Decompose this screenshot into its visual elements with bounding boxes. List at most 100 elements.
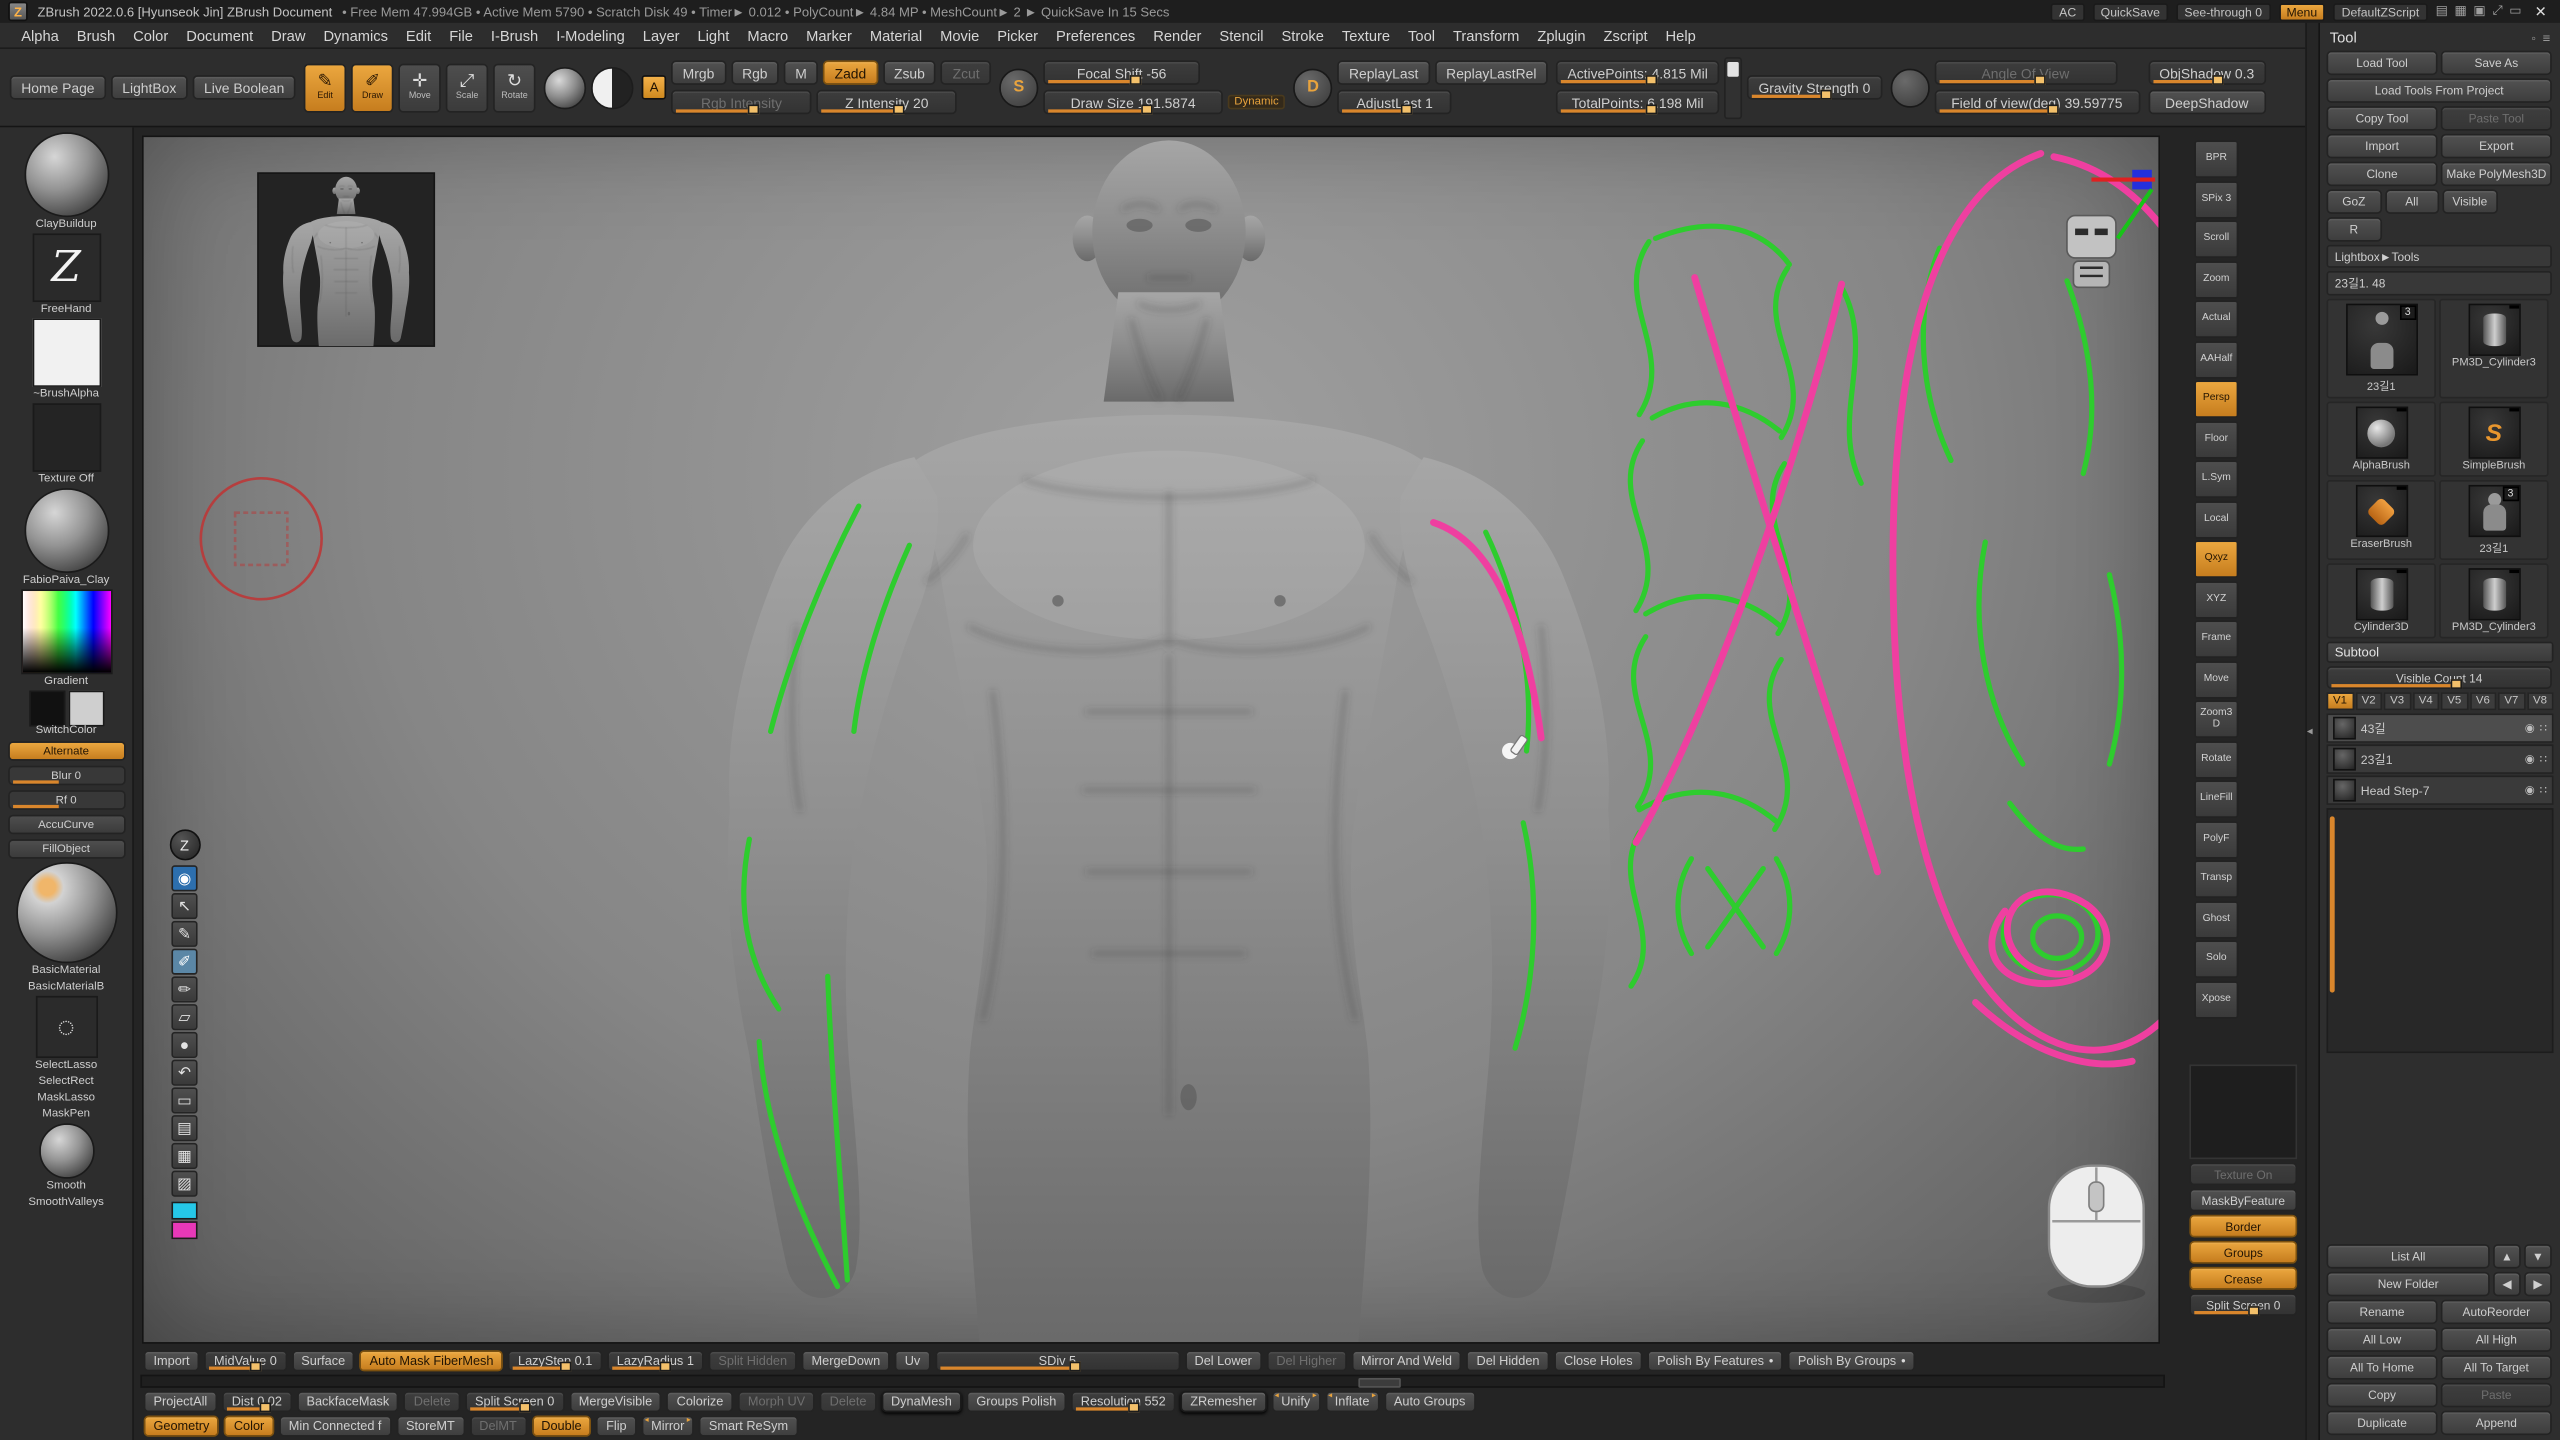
bottom-bar-button[interactable]: Smart ReSym <box>699 1416 798 1437</box>
edit-mode-icon[interactable]: ✎ Edit <box>304 63 346 112</box>
copy-tool-icon[interactable]: ▦ <box>171 1143 197 1169</box>
paint-mode-button[interactable]: Rgb <box>731 60 779 84</box>
bottom-bar-button[interactable]: Delete <box>820 1390 876 1411</box>
right-shelf-button[interactable]: Floor <box>2194 420 2238 458</box>
right-column-button[interactable]: MaskByFeature <box>2189 1189 2297 1212</box>
bottom-bar-button[interactable]: Dist 0.02 <box>222 1390 292 1411</box>
subtool-version-tab[interactable]: V8 <box>2527 692 2554 710</box>
tool-slot[interactable]: 3 23길1 <box>2327 299 2436 399</box>
tool-panel-button[interactable]: All <box>2384 189 2439 213</box>
bottom-bar-button[interactable]: Double <box>531 1416 591 1437</box>
subtool-scrollbar[interactable] <box>2330 816 2335 992</box>
bottom-bar-button[interactable]: Color <box>224 1416 274 1437</box>
rf-slider[interactable]: Rf 0 <box>4 789 128 810</box>
tray-thumbnail[interactable]: Z <box>32 233 101 302</box>
bottom-bar-button[interactable]: Resolution 552 <box>1071 1390 1176 1411</box>
subtool-list-action-button[interactable]: ◀ <box>2493 1272 2521 1296</box>
right-shelf-button[interactable]: L.Sym <box>2194 460 2238 498</box>
tray-thumbnail[interactable] <box>24 132 109 217</box>
blur-slider[interactable]: Blur 0 <box>4 764 128 785</box>
tool-panel-button[interactable]: R <box>2327 217 2382 241</box>
alpha-brushalpha[interactable]: ~BrushAlpha <box>4 318 128 400</box>
gravity-direction-slider[interactable] <box>1724 56 1742 118</box>
bottom-bar-button[interactable]: MidValue 0 <box>204 1349 286 1370</box>
tool-panel-bottom-button[interactable]: Copy <box>2327 1383 2438 1407</box>
right-shelf-button[interactable]: XYZ <box>2194 580 2238 618</box>
print-tool-icon[interactable]: ▤ <box>171 1115 197 1141</box>
drag-grip-icon[interactable]: ∷ <box>2540 722 2547 735</box>
menu-item[interactable]: I-Brush <box>483 25 547 45</box>
quicksave-button[interactable]: QuickSave <box>2093 2 2169 20</box>
menu-item[interactable]: Zplugin <box>1529 25 1594 45</box>
tray-thumbnail[interactable] <box>16 862 117 963</box>
default-zscript-button[interactable]: DefaultZScript <box>2333 2 2427 20</box>
menu-item[interactable]: Color <box>125 25 176 45</box>
visibility-eye-icon[interactable]: ◉ <box>2525 784 2535 797</box>
tool-panel-bottom-button[interactable]: All To Target <box>2441 1355 2552 1379</box>
tool-panel-bottom-button[interactable]: AutoReorder <box>2441 1300 2552 1324</box>
window-control-icon[interactable]: ▭ <box>2509 3 2521 19</box>
menu-item[interactable]: Zscript <box>1595 25 1655 45</box>
replay-lastrel-button[interactable]: ReplayLastRel <box>1435 60 1548 84</box>
tool-panel-bottom-button[interactable]: Paste <box>2441 1383 2552 1407</box>
bottom-bar-button[interactable]: DelMT <box>469 1416 526 1437</box>
paint-mode-button[interactable]: M <box>784 60 818 84</box>
menu-item[interactable]: Brush <box>69 25 124 45</box>
accucurve-button[interactable]: AccuCurve <box>9 813 123 834</box>
alternate-button[interactable]: Alternate <box>9 740 123 761</box>
drag-grip-icon[interactable]: ∷ <box>2540 784 2547 797</box>
menu-toggle-button[interactable]: Menu <box>2278 2 2325 20</box>
right-shelf-button[interactable]: Transp <box>2194 860 2238 898</box>
subtool-list-action-button[interactable]: ▲ <box>2493 1244 2521 1268</box>
collapse-arrow-icon[interactable]: ◂ <box>2307 725 2313 738</box>
right-shelf-button[interactable]: Scroll <box>2194 220 2238 258</box>
undo-tool-icon[interactable]: ↶ <box>171 1060 197 1086</box>
bottom-bar-button[interactable]: Delete <box>404 1390 460 1411</box>
rgb-intensity-slider[interactable]: Rgb Intensity <box>671 90 811 114</box>
rotate-mode-icon[interactable]: ↻ Rotate <box>493 63 535 112</box>
bottom-bar-button[interactable]: Groups Polish <box>967 1390 1067 1411</box>
replay-last-button[interactable]: ReplayLast <box>1338 60 1430 84</box>
menu-item[interactable]: Alpha <box>13 25 67 45</box>
right-shelf-button[interactable]: Ghost <box>2194 900 2238 938</box>
subtool-version-tab[interactable]: V6 <box>2469 692 2496 710</box>
tool-thumbnail[interactable]: 3 <box>2345 304 2417 376</box>
tool-thumbnail[interactable] <box>2355 407 2407 459</box>
bottom-bar-button[interactable]: Auto Mask FiberMesh <box>360 1349 503 1370</box>
shelf-nav-button[interactable]: Live Boolean <box>193 75 296 99</box>
window-control-icon[interactable]: ▤ <box>2436 3 2448 19</box>
bottom-bar-button[interactable]: Surface <box>292 1349 355 1370</box>
visible-count-slider[interactable]: Visible Count 14 <box>2327 666 2552 689</box>
stroke-freehand[interactable]: Z FreeHand <box>4 233 128 315</box>
window-control-icon[interactable]: ▦ <box>2454 3 2466 19</box>
right-column-button[interactable]: Groups <box>2189 1241 2297 1264</box>
tool-slot[interactable]: 3 23길1 <box>2439 480 2548 560</box>
menu-item[interactable]: Transform <box>1445 25 1528 45</box>
subtool-list-action-button[interactable]: List All <box>2327 1244 2490 1268</box>
tool-panel-button[interactable]: Load Tool <box>2327 51 2438 75</box>
menu-item[interactable]: Material <box>862 25 931 45</box>
subtool-version-tab[interactable]: V4 <box>2412 692 2439 710</box>
bottom-bar-button[interactable]: StoreMT <box>396 1416 464 1437</box>
selectrect[interactable]: SelectRect <box>4 1074 128 1087</box>
Head Step-7[interactable]: Head Step-7 ◉ ∷ <box>2327 776 2554 805</box>
menu-item[interactable]: Stroke <box>1273 25 1332 45</box>
drag-grip-icon[interactable]: ∷ <box>2540 753 2547 766</box>
right-shelf-button[interactable]: LineFill <box>2194 780 2238 818</box>
brush-smooth[interactable]: Smooth <box>4 1123 128 1192</box>
menu-item[interactable]: Light <box>689 25 737 45</box>
bottom-bar-button[interactable]: DynaMesh <box>881 1390 961 1411</box>
right-column-button[interactable]: Crease <box>2189 1267 2297 1290</box>
pencil-tool-icon[interactable]: ✏ <box>171 976 197 1002</box>
replay-icon[interactable]: D <box>1293 68 1332 107</box>
right-shelf-button[interactable]: PolyF <box>2194 820 2238 858</box>
bottom-bar-button[interactable]: LazyStep 0.1 <box>508 1349 602 1370</box>
switch-color[interactable]: SwitchColor <box>4 691 128 737</box>
eraser-tool-icon[interactable]: ▱ <box>171 1004 197 1030</box>
brush-smoothvalleys[interactable]: SmoothValleys <box>4 1195 128 1208</box>
subtool-list-area[interactable] <box>2327 808 2554 1053</box>
tool-thumbnail[interactable] <box>2468 304 2520 356</box>
subtool-version-tab[interactable]: V3 <box>2384 692 2411 710</box>
menu-item[interactable]: Render <box>1145 25 1210 45</box>
tool-panel-button[interactable]: Export <box>2441 134 2552 158</box>
